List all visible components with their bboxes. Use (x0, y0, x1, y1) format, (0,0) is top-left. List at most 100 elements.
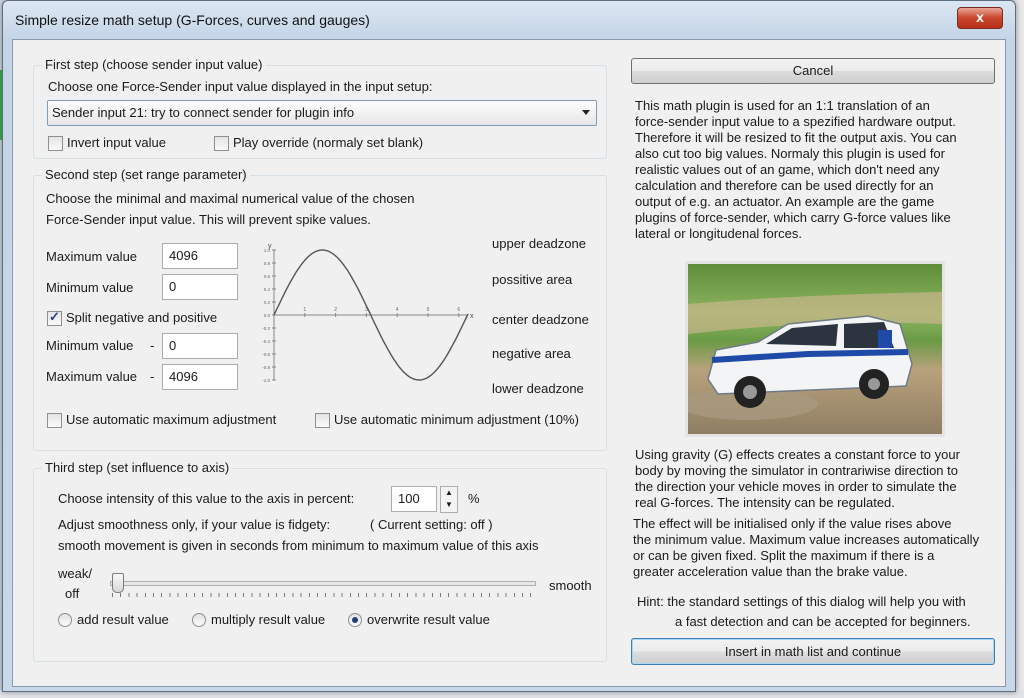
chart-y-tick-label: -0.4 (262, 339, 270, 344)
sender-input-select[interactable]: Sender input 21: try to connect sender f… (47, 100, 597, 126)
chart-y-tick-label: 0.6 (264, 274, 271, 279)
auto-max-checkbox[interactable] (47, 413, 62, 428)
chart-x-tick-label: 5 (427, 307, 430, 313)
chart-y-tick-label: 0.0 (264, 313, 271, 318)
init-line-3: or can be given fixed. Split the maximum… (633, 548, 935, 563)
description-line-9: lateral or longitudenal forces. (635, 226, 802, 241)
chart-y-tick-label: 0.2 (264, 300, 271, 305)
radio-multiply[interactable] (192, 613, 206, 627)
insert-continue-button[interactable]: Insert in math list and continue (631, 638, 995, 665)
description-line-1: This math plugin is used for an 1:1 tran… (635, 98, 930, 113)
slider-thumb[interactable] (112, 573, 124, 593)
override-label: Play override (normaly set blank) (233, 135, 424, 150)
step2-desc-1: Choose the minimal and maximal numerical… (46, 191, 415, 206)
step3-group: Third step (set influence to axis) Choos… (33, 460, 607, 662)
sender-input-value: Sender input 21: try to connect sender f… (52, 105, 355, 120)
min-value-text: 0 (169, 279, 177, 294)
weak-label: weak/ (58, 566, 92, 581)
split-checkbox[interactable] (47, 309, 62, 326)
neg-max-input[interactable]: 4096 (162, 364, 238, 390)
chart-y-tick-label: -0.8 (262, 365, 270, 370)
car-image (688, 292, 942, 420)
slider-track (110, 581, 536, 586)
neg-min-minus: - (150, 338, 155, 353)
gravity-line-2: body by moving the simulator in contrari… (635, 463, 958, 478)
zone-negative-area: negative area (492, 346, 571, 361)
max-value-text: 4096 (169, 248, 198, 263)
spin-arrows-icon[interactable]: ▲ ▼ (440, 486, 458, 513)
auto-max-label: Use automatic maximum adjustment (66, 412, 277, 427)
description-line-5: realistic values out of an game, which d… (635, 162, 940, 177)
invert-checkbox[interactable] (48, 136, 63, 151)
auto-min-label: Use automatic minimum adjustment (10%) (334, 412, 579, 427)
intensity-input[interactable]: 100 (391, 486, 437, 512)
hint-line-2: a fast detection and can be accepted for… (675, 614, 971, 629)
intensity-text: 100 (398, 491, 420, 506)
close-button[interactable]: x (957, 7, 1003, 29)
neg-max-label: Maximum value (46, 369, 138, 384)
percent-label: % (468, 491, 480, 506)
title-bar[interactable]: Simple resize math setup (G-Forces, curv… (3, 1, 1015, 39)
rally-car-photo (685, 261, 945, 437)
radio-add-label: add result value (77, 612, 169, 627)
smooth-desc: smooth movement is given in seconds from… (58, 538, 539, 553)
step1-prompt: Choose one Force-Sender input value disp… (48, 79, 433, 94)
step2-desc-2: Force-Sender input value. This will prev… (46, 212, 371, 227)
description-text: This math plugin is used for an 1:1 tran… (635, 98, 995, 242)
description-line-8: plugins of force-sender, which carry G-f… (635, 210, 951, 225)
chart-x-tick-label: 2 (334, 307, 337, 313)
step2-group: Second step (set range parameter) Choose… (33, 167, 607, 451)
chevron-down-icon (582, 110, 590, 115)
radio-overwrite[interactable] (348, 613, 362, 627)
dialog-window: Simple resize math setup (G-Forces, curv… (2, 0, 1016, 692)
off-label: off (65, 586, 80, 601)
chart-y-tick-label: 1.0 (264, 248, 271, 253)
range-curve-chart: yx1.00.80.60.40.20.0-0.2-0.4-0.6-0.8-1.0… (262, 243, 474, 383)
neg-min-input[interactable]: 0 (162, 333, 238, 359)
chart-x-tick-label: 4 (396, 307, 399, 313)
zone-lower-deadzone: lower deadzone (492, 381, 584, 396)
init-line-2: the minimum value. Maximum value increas… (633, 532, 980, 547)
description-line-7: output of e.g. an actuator. An example a… (635, 194, 935, 209)
chart-y-tick-label: -1.0 (262, 378, 270, 383)
neg-min-label: Minimum value (46, 338, 134, 353)
step3-title: Third step (set influence to axis) (42, 460, 233, 475)
override-checkbox[interactable] (214, 136, 229, 151)
description-line-3: Therefore it will be resized to fit the … (635, 130, 957, 145)
auto-min-checkbox[interactable] (315, 413, 330, 428)
cancel-button[interactable]: Cancel (631, 58, 995, 84)
chart-y-tick-label: 0.8 (264, 261, 271, 266)
init-text: The effect will be initialised only if t… (633, 516, 995, 580)
hint-line-1: Hint: the standard settings of this dial… (637, 594, 966, 609)
step2-title: Second step (set range parameter) (42, 167, 250, 182)
zone-upper-deadzone: upper deadzone (492, 236, 586, 251)
insert-continue-label: Insert in math list and continue (724, 644, 902, 659)
chart-y-tick-label: 0.4 (264, 287, 271, 292)
radio-overwrite-label: overwrite result value (367, 612, 490, 627)
init-line-1: The effect will be initialised only if t… (633, 516, 952, 531)
min-value-label: Minimum value (46, 280, 134, 295)
gravity-line-4: real G-forces. The intensity can be regu… (635, 495, 895, 510)
intensity-label: Choose intensity of this value to the ax… (58, 491, 355, 506)
cancel-label: Cancel (792, 63, 834, 78)
gravity-text: Using gravity (G) effects creates a cons… (635, 447, 995, 511)
smooth-end-label: smooth (549, 578, 592, 593)
description-line-4: also cut too big values. Normaly this pl… (635, 146, 945, 161)
chart-x-tick-label: 1 (303, 307, 306, 313)
split-label: Split negative and positive (66, 310, 218, 325)
smoothness-slider[interactable] (110, 573, 536, 601)
description-line-6: calculation and therefore can be used di… (635, 178, 934, 193)
neg-min-text: 0 (169, 338, 177, 353)
neg-max-text: 4096 (169, 369, 198, 384)
invert-label: Invert input value (67, 135, 167, 150)
chart-y-tick-label: -0.2 (262, 326, 270, 331)
max-value-input[interactable]: 4096 (162, 243, 238, 269)
step1-group: First step (choose sender input value) C… (33, 57, 607, 159)
radio-add[interactable] (58, 613, 72, 627)
init-line-4: greater acceleration value than the brak… (633, 564, 908, 579)
min-value-input[interactable]: 0 (162, 274, 238, 300)
step1-title: First step (choose sender input value) (42, 57, 266, 72)
chart-y-tick-label: -0.6 (262, 352, 270, 357)
chart-x-label: x (470, 313, 474, 320)
dialog-client: First step (choose sender input value) C… (12, 39, 1006, 687)
